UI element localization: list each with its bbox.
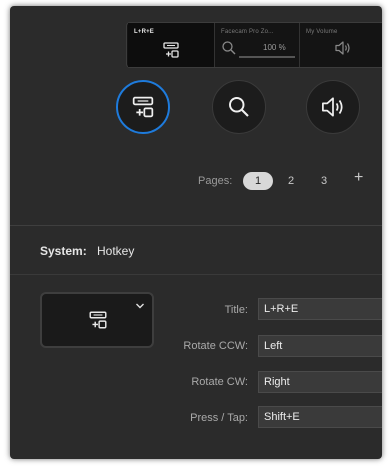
page-tab-3[interactable]: 3 <box>321 175 327 187</box>
deck-key-my-volume[interactable]: My Volume <box>300 23 382 67</box>
zoom-key-button[interactable] <box>212 80 266 134</box>
section-divider <box>10 274 382 275</box>
key-icon-selector[interactable] <box>40 292 154 348</box>
zoom-icon <box>222 41 236 55</box>
volume-key-button[interactable] <box>306 80 360 134</box>
system-value: Hotkey <box>97 244 135 258</box>
deck-key-label: Facecam Pro Zo... <box>221 29 274 35</box>
title-field[interactable]: L+R+E <box>258 298 382 320</box>
rotate-cw-field[interactable]: Right <box>258 371 382 393</box>
hotkey-icon <box>132 96 154 118</box>
hotkey-icon <box>89 311 107 329</box>
chevron-down-icon[interactable] <box>135 302 145 310</box>
deck-preview-strip: L+R+E Facecam Pro Zo... 100 % My Volume <box>126 22 382 68</box>
pages-label: Pages: <box>198 175 233 187</box>
rotate-cw-label: Rotate CW: <box>191 376 248 388</box>
deck-key-label: My Volume <box>306 29 338 35</box>
section-divider <box>10 225 382 226</box>
rotate-ccw-label: Rotate CCW: <box>183 340 248 352</box>
page-tab-2[interactable]: 2 <box>288 175 294 187</box>
deck-key-label: L+R+E <box>134 29 155 35</box>
deck-key-facecam-zoom[interactable]: Facecam Pro Zo... 100 % <box>215 23 300 67</box>
deck-key-hotkey[interactable]: L+R+E <box>128 23 215 67</box>
system-label: System: <box>40 244 87 258</box>
add-page-button[interactable]: + <box>354 169 363 187</box>
hotkey-key-button[interactable] <box>116 80 170 134</box>
zoom-value: 100 % <box>263 43 286 52</box>
volume-icon <box>335 41 350 55</box>
rotate-ccw-field[interactable]: Left <box>258 335 382 357</box>
zoom-level-bar <box>239 56 295 58</box>
title-label: Title: <box>224 304 248 316</box>
hotkey-icon <box>163 42 179 58</box>
search-icon <box>229 97 249 117</box>
page-tab-1[interactable]: 1 <box>243 172 273 190</box>
volume-icon <box>322 97 343 117</box>
press-tap-label: Press / Tap: <box>190 412 248 424</box>
app-window: L+R+E Facecam Pro Zo... 100 % My Volume <box>10 6 382 459</box>
press-tap-field[interactable]: Shift+E <box>258 406 382 428</box>
